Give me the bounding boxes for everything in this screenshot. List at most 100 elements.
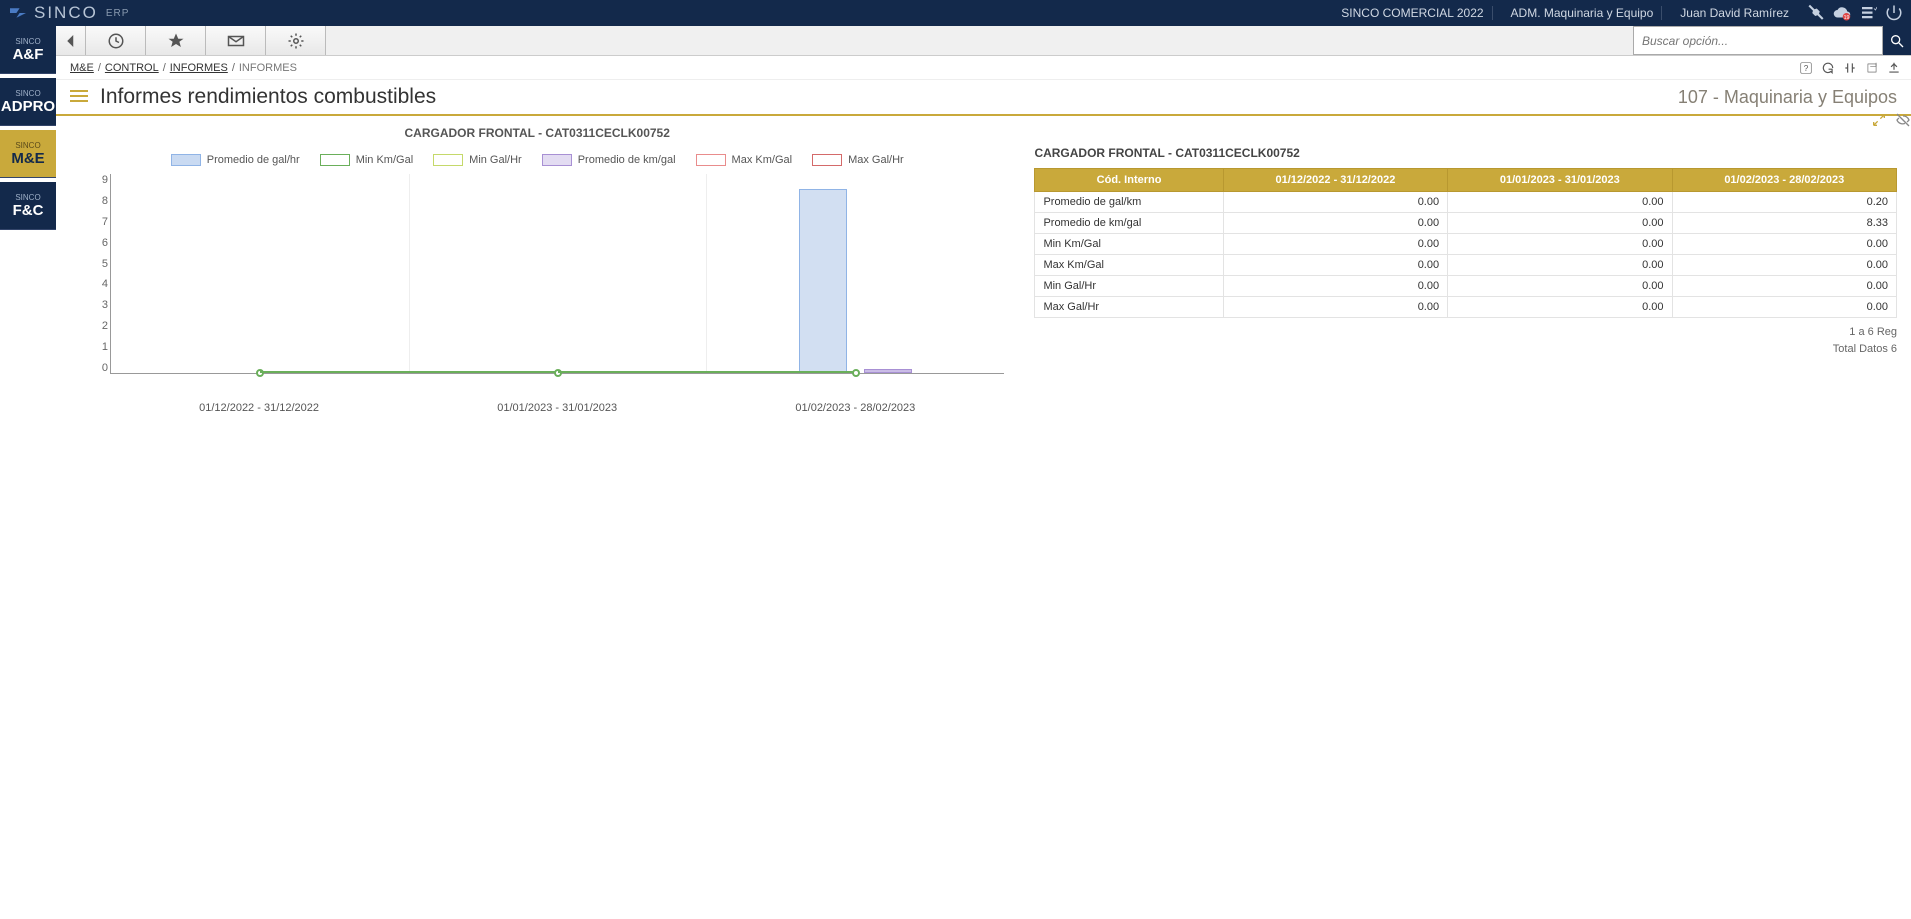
table-cell: 0.00 <box>1223 255 1447 276</box>
table-row: Promedio de km/gal0.000.008.33 <box>1035 213 1897 234</box>
expand-icon[interactable] <box>1871 112 1887 128</box>
page-context: 107 - Maquinaria y Equipos <box>1678 87 1897 108</box>
legend-label: Min Gal/Hr <box>469 154 522 166</box>
legend-label: Promedio de gal/hr <box>207 154 300 166</box>
search-input[interactable] <box>1633 26 1883 55</box>
table-row: Promedio de gal/km0.000.000.20 <box>1035 192 1897 213</box>
table-panel: CARGADOR FRONTAL - CAT0311CECLK00752 Cód… <box>1034 126 1897 424</box>
main-toolbar <box>0 26 1911 56</box>
header-company: SINCO COMERCIAL 2022 <box>1333 6 1492 20</box>
table-cell: 0.00 <box>1672 255 1896 276</box>
legend-label: Promedio de km/gal <box>578 154 676 166</box>
table-cell: 0.00 <box>1448 213 1672 234</box>
table-cell: 0.00 <box>1223 234 1447 255</box>
legend-item[interactable]: Max Km/Gal <box>696 154 793 166</box>
tools-icon[interactable] <box>1807 4 1825 22</box>
legend-item[interactable]: Min Gal/Hr <box>433 154 522 166</box>
row-label: Max Km/Gal <box>1035 255 1223 276</box>
breadcrumb-link-2[interactable]: INFORMES <box>170 62 228 74</box>
header-area: ADM. Maquinaria y Equipo <box>1503 6 1663 20</box>
chart-bar <box>864 369 912 373</box>
table-footer-range: 1 a 6 Reg <box>1034 324 1897 341</box>
page-title-row: Informes rendimientos combustibles 107 -… <box>0 80 1911 116</box>
table-header: 01/02/2023 - 28/02/2023 <box>1672 169 1896 192</box>
table-row: Min Gal/Hr0.000.000.00 <box>1035 276 1897 297</box>
search-button[interactable] <box>1883 26 1911 55</box>
chart-bar <box>799 189 847 373</box>
legend-label: Max Km/Gal <box>732 154 793 166</box>
breadcrumb-link-0[interactable]: M&E <box>70 62 94 74</box>
table-header: 01/01/2023 - 31/01/2023 <box>1448 169 1672 192</box>
table-cell: 8.33 <box>1672 213 1896 234</box>
legend-item[interactable]: Max Gal/Hr <box>812 154 904 166</box>
x-axis-label: 01/12/2022 - 31/12/2022 <box>199 402 319 414</box>
table-title: CARGADOR FRONTAL - CAT0311CECLK00752 <box>1034 146 1897 160</box>
x-axis-label: 01/02/2023 - 28/02/2023 <box>795 402 915 414</box>
legend-item[interactable]: Promedio de gal/hr <box>171 154 300 166</box>
module-adpro[interactable]: SINCOADPRO <box>0 78 56 126</box>
svg-text:?: ? <box>1804 63 1809 72</box>
svg-text:19: 19 <box>1844 15 1850 21</box>
visibility-off-icon[interactable] <box>1895 112 1911 128</box>
brand-suffix: ERP <box>106 8 130 19</box>
module-sidebar: SINCOA&F SINCOADPRO SINCOM&E SINCOF&C <box>0 26 56 234</box>
legend-item[interactable]: Min Km/Gal <box>320 154 413 166</box>
table-cell: 0.00 <box>1672 297 1896 318</box>
checklist-icon[interactable] <box>1859 4 1877 22</box>
chart-legend: Promedio de gal/hr Min Km/Gal Min Gal/Hr Pr… <box>70 154 1004 166</box>
table-row: Min Km/Gal0.000.000.00 <box>1035 234 1897 255</box>
chart-plot: 9876543210 01/12/2022 - 31/12/202201/01/… <box>110 174 1004 394</box>
mail-button[interactable] <box>206 26 266 55</box>
settings-button[interactable] <box>266 26 326 55</box>
table-cell: 0.00 <box>1448 234 1672 255</box>
popout-icon[interactable] <box>1865 61 1879 75</box>
legend-item[interactable]: Promedio de km/gal <box>542 154 676 166</box>
breadcrumb-link-1[interactable]: CONTROL <box>105 62 159 74</box>
module-me[interactable]: SINCOM&E <box>0 130 56 178</box>
chart-title: CARGADOR FRONTAL - CAT0311CECLK00752 <box>70 126 1004 140</box>
table-cell: 0.00 <box>1223 192 1447 213</box>
chart-panel: CARGADOR FRONTAL - CAT0311CECLK00752 Pro… <box>70 126 1004 424</box>
row-label: Max Gal/Hr <box>1035 297 1223 318</box>
module-fc[interactable]: SINCOF&C <box>0 182 56 230</box>
export-icon[interactable] <box>1887 61 1901 75</box>
table-footer-total: Total Datos 6 <box>1034 341 1897 358</box>
help-icon[interactable]: ? <box>1799 61 1813 75</box>
legend-label: Max Gal/Hr <box>848 154 904 166</box>
chart-point <box>852 369 860 377</box>
hamburger-icon[interactable] <box>70 90 88 104</box>
row-label: Promedio de gal/km <box>1035 192 1223 213</box>
content-area: CARGADOR FRONTAL - CAT0311CECLK00752 Pro… <box>56 116 1911 919</box>
table-cell: 0.00 <box>1672 234 1896 255</box>
table-row: Max Gal/Hr0.000.000.00 <box>1035 297 1897 318</box>
module-af[interactable]: SINCOA&F <box>0 26 56 74</box>
power-icon[interactable] <box>1885 4 1903 22</box>
favorites-button[interactable] <box>146 26 206 55</box>
cloud-notif-icon[interactable]: 19 <box>1833 4 1851 22</box>
table-cell: 0.00 <box>1672 276 1896 297</box>
table-cell: 0.00 <box>1223 276 1447 297</box>
header-user: Juan David Ramírez <box>1672 6 1797 20</box>
table-cell: 0.00 <box>1448 255 1672 276</box>
table-cell: 0.00 <box>1448 276 1672 297</box>
table-cell: 0.00 <box>1223 297 1447 318</box>
history-button[interactable] <box>86 26 146 55</box>
brand-logo: SINCO ERP <box>8 3 129 23</box>
table-row: Max Km/Gal0.000.000.00 <box>1035 255 1897 276</box>
brand-name: SINCO <box>34 3 98 23</box>
breadcrumb-current: INFORMES <box>239 62 297 74</box>
table-header: 01/12/2022 - 31/12/2022 <box>1223 169 1447 192</box>
row-label: Min Gal/Hr <box>1035 276 1223 297</box>
table-cell: 0.00 <box>1448 297 1672 318</box>
refresh-icon[interactable] <box>1821 61 1835 75</box>
table-cell: 0.20 <box>1672 192 1896 213</box>
table-header: Cód. Interno <box>1035 169 1223 192</box>
collapse-h-icon[interactable] <box>1843 61 1857 75</box>
data-table: Cód. Interno01/12/2022 - 31/12/202201/01… <box>1034 168 1897 318</box>
x-axis-label: 01/01/2023 - 31/01/2023 <box>497 402 617 414</box>
back-button[interactable] <box>56 26 86 55</box>
app-header: SINCO ERP SINCO COMERCIAL 2022 ADM. Maqu… <box>0 0 1911 26</box>
sinco-logo-icon <box>8 5 28 21</box>
table-cell: 0.00 <box>1448 192 1672 213</box>
page-title: Informes rendimientos combustibles <box>100 85 436 109</box>
